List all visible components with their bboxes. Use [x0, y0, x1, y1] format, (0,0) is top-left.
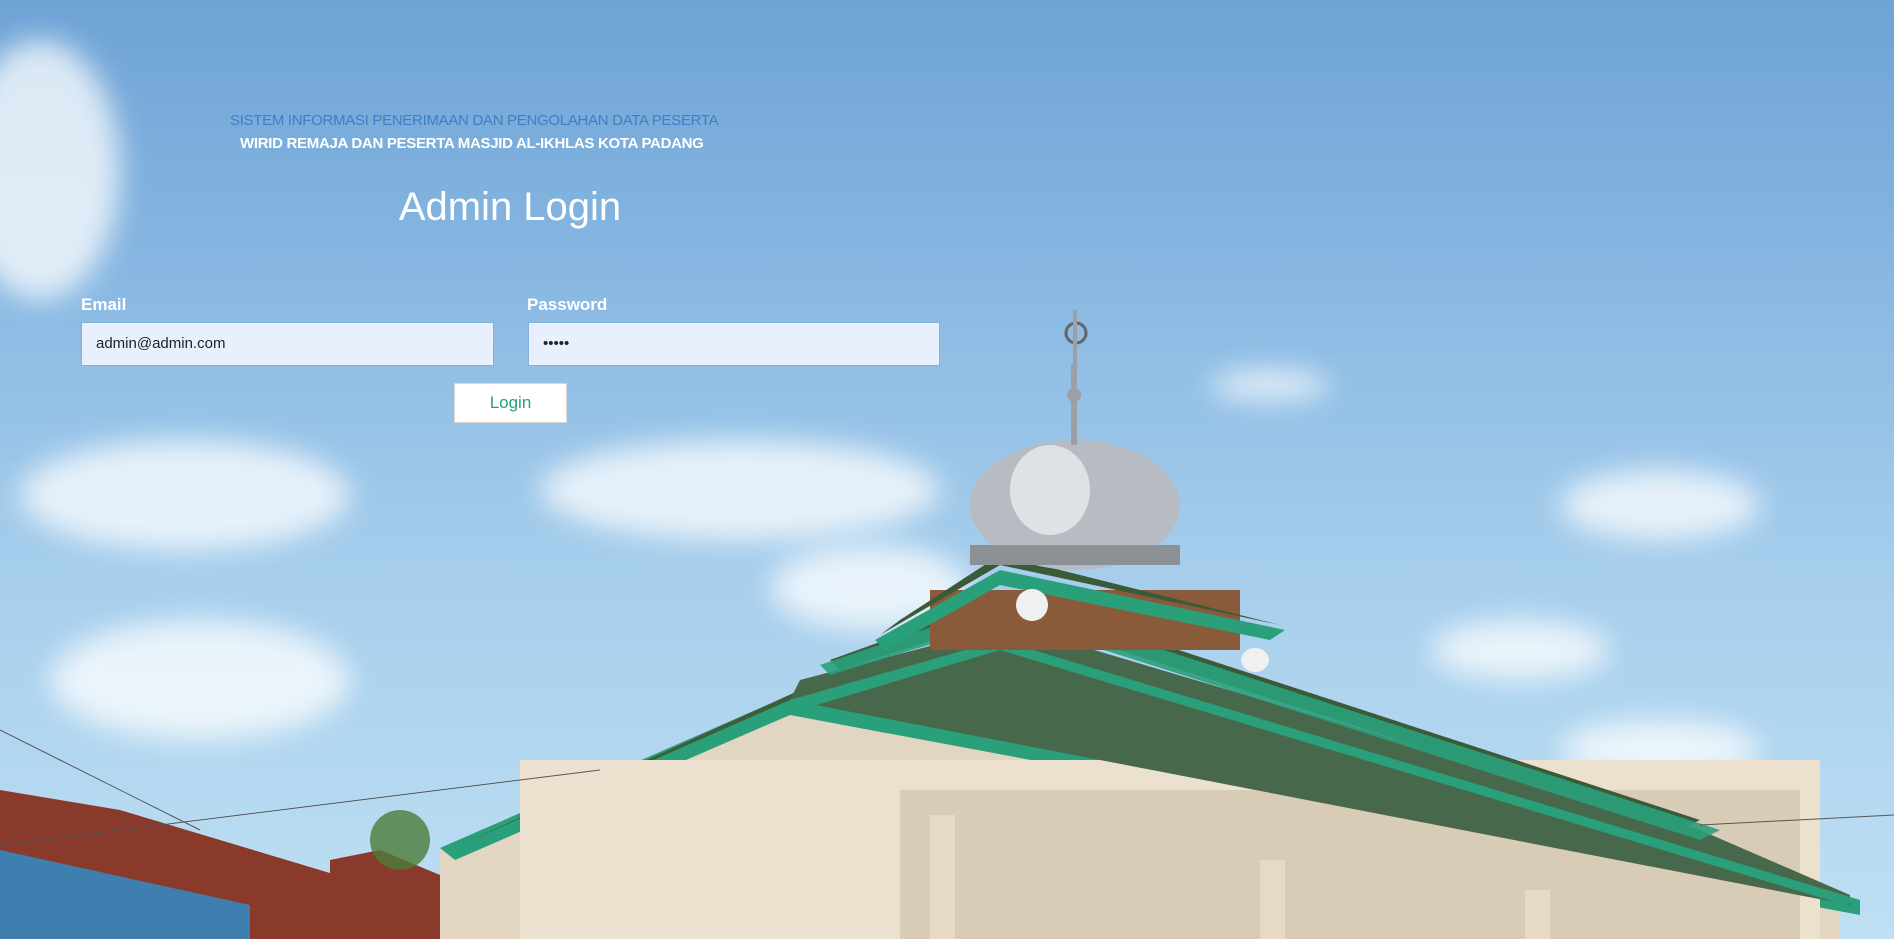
page-title: Admin Login [398, 185, 622, 229]
email-label: Email [81, 295, 127, 314]
password-label: Password [527, 295, 608, 314]
email-field[interactable]: admin@admin.com [81, 322, 494, 366]
system-subtitle: SISTEM INFORMASI PENERIMAAN DAN PENGOLAH… [230, 112, 719, 129]
system-subtitle-line2: WIRID REMAJA DAN PESERTA MASJID AL-IKHLA… [240, 135, 704, 152]
login-button[interactable]: Login [454, 383, 567, 423]
password-field[interactable]: ••••• [528, 322, 940, 366]
